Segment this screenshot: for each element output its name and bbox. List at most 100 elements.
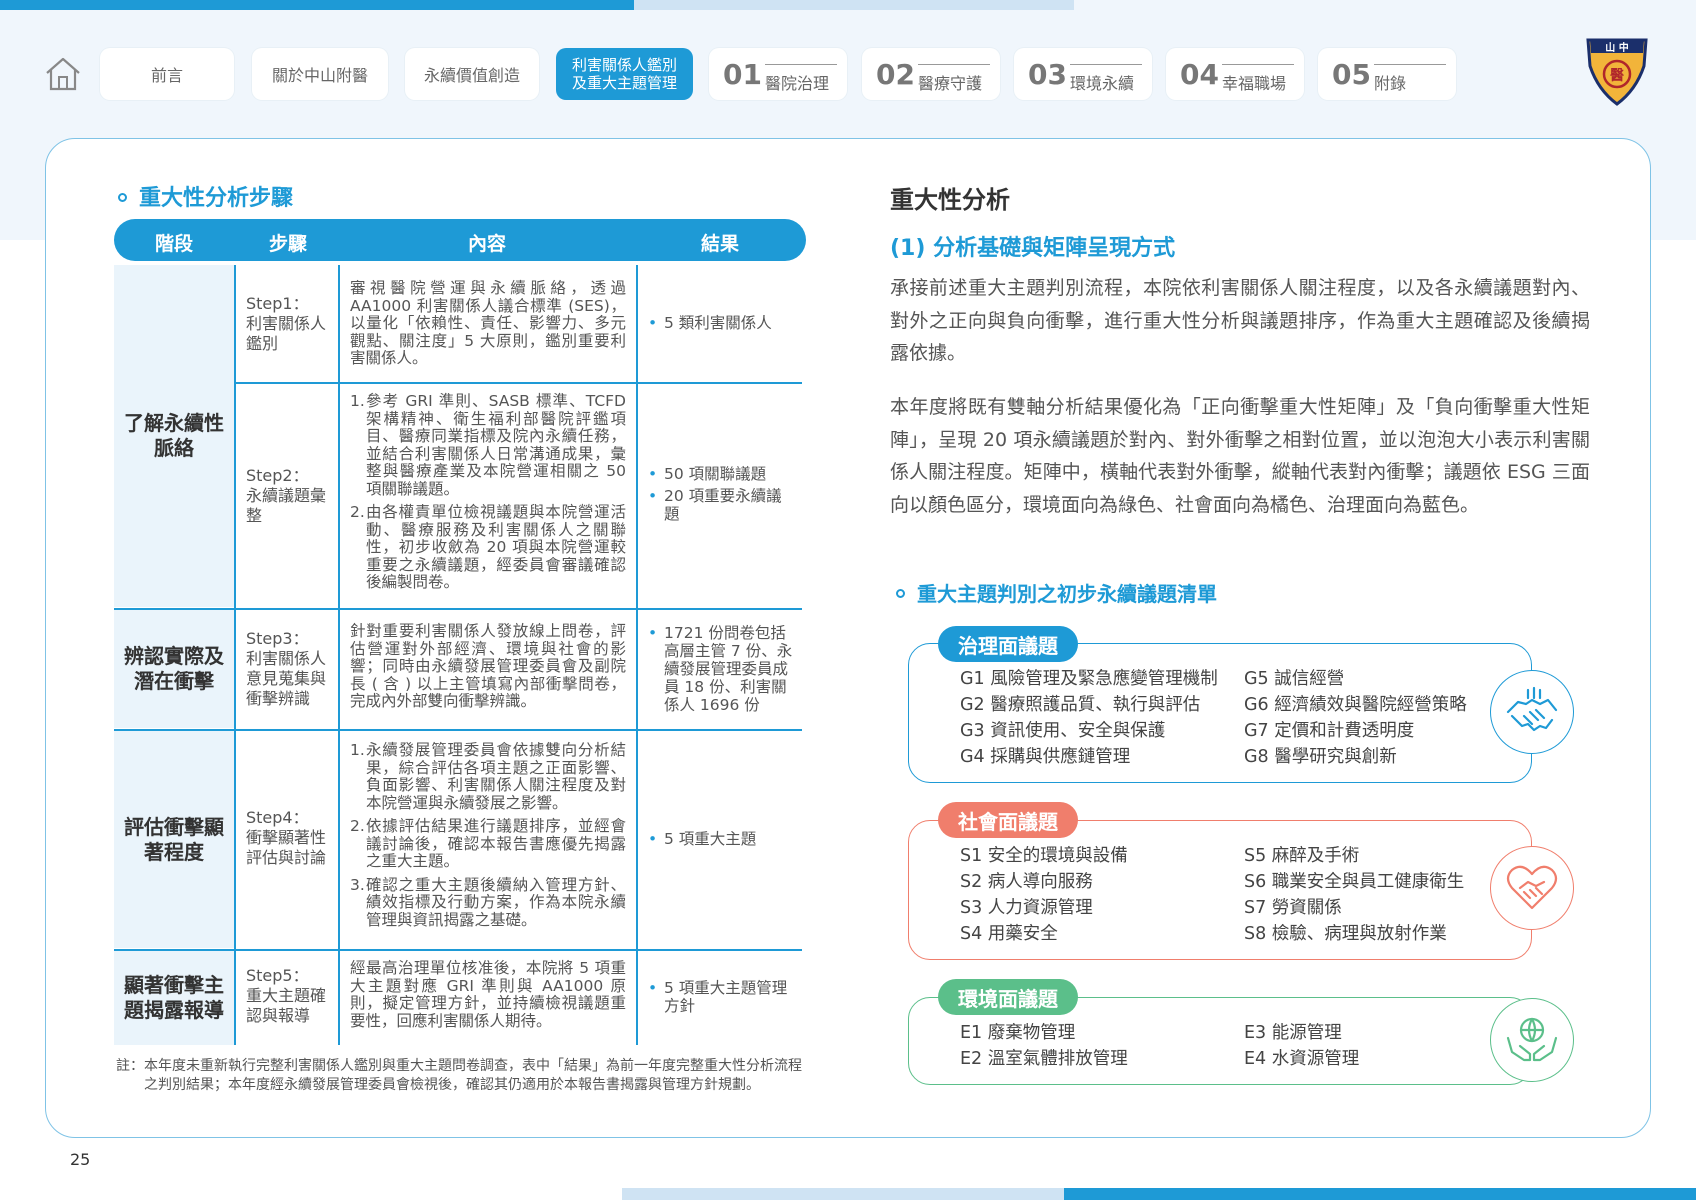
- header-content: 內容: [467, 233, 506, 255]
- tab-preface[interactable]: 前言: [100, 48, 234, 100]
- tab-sustainable-value[interactable]: 永續價值創造: [405, 48, 539, 100]
- stage-understand-context: 了解永續性脈絡: [114, 265, 234, 607]
- environment-topics-col2: E3 能源管理 E4 水資源管理: [1244, 1020, 1359, 1072]
- chapter-number: 01: [723, 58, 762, 91]
- footnote-line: 之判別結果；本年度經永續發展管理委員會檢視後，確認其仍適用於本報告書揭露與管理方…: [144, 1077, 760, 1093]
- step-3-content: 針對重要利害關係人發放線上問卷，評估營運對外部經濟、環境與社會的影響；同時由永續…: [350, 622, 626, 710]
- step-4-label: Step4： 衝擊顯著性評估與討論: [246, 808, 327, 867]
- topic-item: G5 誠信經營: [1244, 669, 1345, 689]
- stage-report-topics: 顯著衝擊主題揭露報導: [114, 951, 234, 1045]
- step-4-content: 1. 永續發展管理委員會依據雙向分析結果，綜合評估各項主題之正面影響、負面影響、利…: [350, 741, 626, 935]
- matrix-paragraph: 本年度將既有雙軸分析結果優化為「正向衝擊重大性矩陣」及「負向衝擊重大性矩陣」，呈…: [890, 396, 1590, 516]
- result-item: 5 項重大主題管理方針: [648, 979, 794, 1015]
- topic-item: S5 麻醉及手術: [1244, 846, 1360, 866]
- chapter-divider: [1070, 64, 1142, 65]
- chapter-label: 醫院治理: [765, 74, 830, 93]
- step-3-results: 1721 份問卷包括高層主管 7 份、永續發展管理委員成員 18 份、利害關係人…: [648, 624, 794, 718]
- bottom-accent-bar: [1064, 1188, 1696, 1200]
- chapter-divider: [918, 64, 990, 65]
- tab-stakeholder-material-topics[interactable]: 利害關係人鑑別 及重大主題管理: [556, 48, 693, 100]
- content-list-text: 永續發展管理委員會依據雙向分析結果，綜合評估各項主題之正面影響、負面影響、利害關…: [366, 741, 626, 812]
- footnote-line: 註：本年度未重新執行完整利害關係人鑑別與重大主題問卷調查，表中「結果」為前一年度…: [116, 1058, 802, 1074]
- bullet-circle-icon: [118, 192, 127, 202]
- chapter-divider: [1374, 64, 1446, 65]
- tab-about[interactable]: 關於中山附醫: [252, 48, 388, 100]
- step-3-label: Step3： 利害關係人意見蒐集與衝擊辨識: [246, 629, 327, 708]
- table-divider: [234, 382, 802, 384]
- intro-paragraph: 承接前述重大主題判別流程，本院依利害關係人關注程度，以及各永續議題對內、對外之正…: [890, 277, 1590, 364]
- topic-item: S8 檢驗、病理與放射作業: [1244, 924, 1447, 944]
- result-item: 5 類利害關係人: [648, 314, 794, 332]
- result-item: 1721 份問卷包括高層主管 7 份、永續發展管理委員成員 18 份、利害關係人…: [648, 624, 794, 714]
- chapter-number: 04: [1180, 58, 1219, 91]
- topic-item: S3 人力資源管理: [960, 898, 1093, 918]
- content-list-item: 3. 確認之重大主題後續納入管理方針、績效指標及行動方案，作為本院永續管理與資訊揭…: [350, 875, 626, 929]
- content-list-item: 2. 依據評估結果進行議題排序，並經會議討論後，確認本報告書應優先揭露之重大主題。: [350, 817, 626, 870]
- governance-topics-col2: G5 誠信經營 G6 經濟績效與醫院經營策略 G7 定價和計費透明度 G8 醫學…: [1244, 666, 1467, 770]
- page-number: 25: [70, 1150, 91, 1169]
- topic-item: S2 病人導向服務: [960, 872, 1093, 892]
- stage-identify-impacts: 辨認實際及潛在衝擊: [114, 610, 234, 728]
- logo-text-bottom: 醫: [1610, 67, 1624, 84]
- topic-item: E4 水資源管理: [1244, 1049, 1360, 1069]
- step-1-label: Step1： 利害關係人鑑別: [246, 294, 327, 353]
- result-item: 20 項重要永續議題: [648, 487, 794, 523]
- chapter-label: 附錄: [1374, 74, 1407, 93]
- step-2-content: 1. 參考 GRI 準則、SASB 標準、TCFD 架構精神、衛生福利部醫院評鑑項…: [350, 392, 626, 598]
- topic-item: G7 定價和計費透明度: [1244, 721, 1415, 741]
- content-list-item: 1. 永續發展管理委員會依據雙向分析結果，綜合評估各項主題之正面影響、負面影響、利…: [350, 741, 626, 812]
- topic-item: G6 經濟績效與醫院經營策略: [1244, 695, 1467, 715]
- topic-list-title-text: 重大主題判別之初步永續議題清單: [917, 582, 1217, 606]
- topic-item: S7 勞資關係: [1244, 898, 1342, 918]
- governance-topics-col1: G1 風險管理及緊急應變管理機制 G2 醫療照護品質、執行與評估 G3 資訊使用…: [960, 666, 1218, 770]
- header-result: 結果: [700, 233, 739, 255]
- step-2-results: 50 項關聯議題 20 項重要永續議題: [648, 465, 794, 527]
- result-item: 5 項重大主題: [648, 830, 794, 848]
- table-divider: [114, 949, 802, 951]
- content-list-text: 確認之重大主題後續納入管理方針、績效指標及行動方案，作為本院永續管理與資訊揭露之…: [366, 875, 626, 929]
- content-list-text: 參考 GRI 準則、SASB 標準、TCFD 架構精神、衛生福利部醫院評鑑項目、…: [366, 392, 626, 498]
- topic-item: G4 採購與供應鏈管理: [960, 747, 1131, 767]
- step-1-content: 審視醫院營運與永續脈絡，透過 AA1000 利害關係人議合標準 (SES)，以量…: [350, 279, 626, 367]
- materiality-title: 重大性分析: [890, 186, 1010, 214]
- steps-table-header: 階段 步驟 內容 結果: [114, 219, 806, 261]
- social-topics-col1: S1 安全的環境與設備 S2 病人導向服務 S3 人力資源管理 S4 用藥安全: [960, 843, 1128, 947]
- tab-chapter-02[interactable]: 02 醫療守護: [862, 48, 1000, 100]
- tab-chapter-05[interactable]: 05 附錄: [1318, 48, 1456, 100]
- topic-item: E2 溫室氣體排放管理: [960, 1049, 1128, 1069]
- stage-assess-significance: 評估衝擊顯著程度: [114, 731, 234, 948]
- chapter-number: 05: [1332, 58, 1371, 91]
- logo-text-top: 山 中: [1605, 41, 1628, 54]
- topic-list-title: 重大主題判別之初步永續議題清單: [896, 578, 1217, 607]
- content-list-item: 2. 由各權責單位檢視議題與本院營運活動、醫療服務及利害關係人之關聯性，初步收斂為…: [350, 503, 626, 591]
- content-list-text: 由各權責單位檢視議題與本院營運活動、醫療服務及利害關係人之關聯性，初步收斂為 2…: [366, 503, 626, 591]
- tab-chapter-03[interactable]: 03 環境永續: [1014, 48, 1152, 100]
- home-icon[interactable]: [44, 56, 82, 92]
- materiality-subtitle: (1) 分析基礎與矩陣呈現方式: [890, 236, 1176, 261]
- environment-topics-col1: E1 廢棄物管理 E2 溫室氣體排放管理: [960, 1020, 1128, 1072]
- content-list-text: 依據評估結果進行議題排序，並經會議討論後，確認本報告書應優先揭露之重大主題。: [366, 817, 626, 870]
- content-list-item: 1. 參考 GRI 準則、SASB 標準、TCFD 架構精神、衛生福利部醫院評鑑項…: [350, 392, 626, 498]
- step-5-results: 5 項重大主題管理方針: [648, 979, 794, 1019]
- header-stage: 階段: [154, 233, 193, 255]
- tab-chapter-04[interactable]: 04 幸福職場: [1166, 48, 1304, 100]
- topic-item: G2 醫療照護品質、執行與評估: [960, 695, 1201, 715]
- topic-item: E3 能源管理: [1244, 1023, 1342, 1043]
- social-topics-label: 社會面議題: [938, 802, 1078, 838]
- heart-handshake-icon: [1490, 846, 1574, 930]
- step-5-label: Step5： 重大主題確認與報導: [246, 966, 327, 1025]
- chapter-label: 醫療守護: [918, 74, 983, 93]
- steps-section-title: 重大性分析步驟: [118, 180, 293, 212]
- chapter-label: 環境永續: [1070, 74, 1135, 93]
- governance-topics-label: 治理面議題: [938, 626, 1078, 662]
- tab-label-line2: 及重大主題管理: [571, 74, 677, 92]
- topic-item: G8 醫學研究與創新: [1244, 747, 1397, 767]
- topic-item: S4 用藥安全: [960, 924, 1058, 944]
- tab-chapter-01[interactable]: 01 醫院治理: [709, 48, 847, 100]
- hospital-logo[interactable]: 山 中 醫: [1584, 36, 1650, 106]
- table-divider: [114, 729, 802, 731]
- topic-item: G1 風險管理及緊急應變管理機制: [960, 669, 1218, 689]
- topic-item: S6 職業安全與員工健康衛生: [1244, 872, 1465, 892]
- top-accent-bar: [0, 0, 634, 10]
- topic-item: E1 廢棄物管理: [960, 1023, 1076, 1043]
